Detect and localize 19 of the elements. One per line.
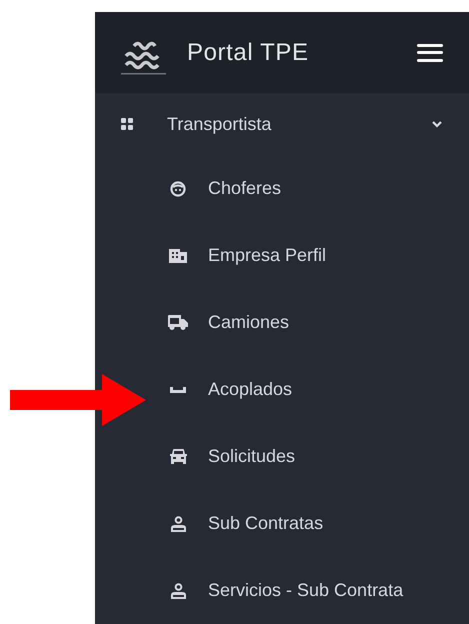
face-icon [170, 180, 186, 196]
menu-item[interactable]: Acoplados [95, 356, 469, 423]
building-icon [169, 248, 187, 262]
menu-item[interactable]: Choferes [95, 155, 469, 222]
menu-group[interactable]: Transportista [95, 93, 469, 155]
user-icon [170, 516, 186, 532]
user-icon [170, 582, 186, 598]
menu-item[interactable]: Camiones [95, 289, 469, 356]
menu-item[interactable]: Servicios - Sub Contrata [95, 557, 469, 624]
menu-item[interactable]: Solicitudes [95, 423, 469, 490]
menu-icon[interactable] [417, 44, 443, 62]
trailer-icon [170, 386, 186, 392]
app-title: Portal TPE [187, 38, 309, 68]
menu-item[interactable]: Sub Contratas [95, 490, 469, 557]
grid-icon [121, 118, 133, 130]
truck-icon [168, 315, 188, 330]
car-icon [170, 449, 186, 464]
menu-group-label: Transportista [167, 112, 272, 136]
menu-item[interactable]: Empresa Perfil [95, 222, 469, 289]
